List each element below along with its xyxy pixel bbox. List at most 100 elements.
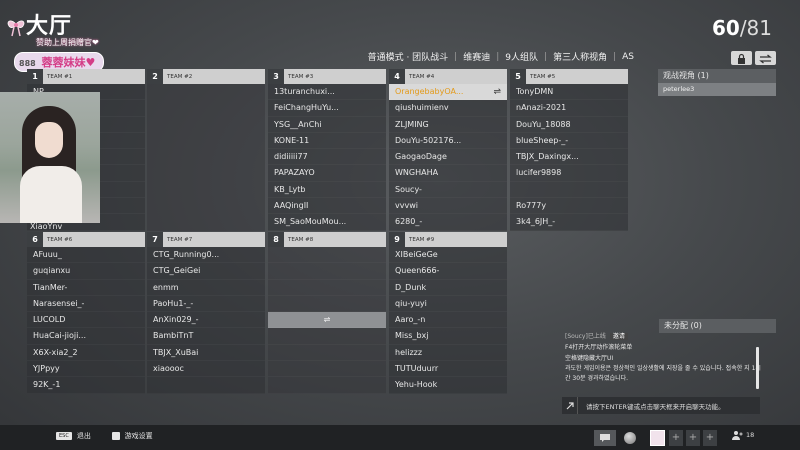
player-slot[interactable]: vvvwi (389, 198, 507, 214)
invite-tag[interactable]: 邀请 (609, 333, 628, 340)
friends-button[interactable]: 18 (732, 430, 754, 440)
player-slot[interactable]: AnXin029_- (147, 312, 265, 328)
join-team-button[interactable]: ⇌ (268, 312, 386, 329)
team-header[interactable]: 1 TEAM #1 (27, 69, 145, 84)
player-slot[interactable]: enmm (147, 280, 265, 296)
player-slot[interactable]: TianMer- (27, 280, 145, 296)
team-header[interactable]: 3 TEAM #3 (268, 69, 386, 84)
player-slot[interactable]: AAQingII (268, 198, 386, 214)
player-slot[interactable]: X6X-xia2_2 (27, 345, 145, 361)
team-card: 2 TEAM #2 (147, 69, 265, 231)
chat-scrollbar[interactable] (756, 347, 759, 389)
player-slot[interactable]: KONE-11 (268, 133, 386, 149)
team-header[interactable]: 5 TEAM #5 (510, 69, 628, 84)
spectator-member[interactable]: peterlee3 (658, 83, 776, 96)
player-slot[interactable]: TBJX_Daxingx... (510, 149, 628, 165)
player-slot[interactable]: qiushuimienv (389, 100, 507, 116)
player-slot[interactable]: KB_Lytb (268, 182, 386, 198)
player-slot-empty[interactable] (268, 361, 386, 377)
player-slot-empty[interactable] (268, 296, 386, 312)
lock-button[interactable] (731, 51, 752, 65)
team-slots: CTG_Running0... CTG_GeiGei enmm PaoHu1-_… (147, 247, 265, 394)
player-slot[interactable]: DouYu_18088 (510, 117, 628, 133)
player-slot[interactable]: CTG_Running0... (147, 247, 265, 263)
globe-icon[interactable] (624, 432, 636, 444)
player-slot-empty[interactable] (268, 345, 386, 361)
player-slot[interactable]: PAPAZAYO (268, 165, 386, 181)
add-squad-slot-icon[interactable]: + (686, 430, 700, 446)
player-slot[interactable]: guqianxu (27, 263, 145, 279)
player-slot[interactable]: YJPpyy (27, 361, 145, 377)
game-settings-label: 游戏设置 (124, 432, 153, 440)
game-settings-button[interactable]: 游戏设置 (112, 431, 153, 441)
swap-icon[interactable]: ⇌ (493, 84, 501, 99)
player-slot[interactable]: WNGHAHA (389, 165, 507, 181)
player-slot[interactable]: YSG__AnChi (268, 117, 386, 133)
team-card: 4 TEAM #4 OrangebabyOA... ⇌ qiushuimienv… (389, 69, 507, 231)
player-slot[interactable]: BambiTnT (147, 328, 265, 344)
player-slot[interactable] (510, 182, 628, 198)
team-header[interactable]: 8 TEAM #8 (268, 232, 386, 247)
player-slot[interactable]: Miss_bxj (389, 328, 507, 344)
player-slot-empty[interactable] (268, 377, 386, 393)
player-slot-empty[interactable] (268, 280, 386, 296)
player-slot[interactable]: DouYu-502176... (389, 133, 507, 149)
player-slot[interactable]: FeiChangHuYu... (268, 100, 386, 116)
player-slot[interactable]: TonyDMN (510, 84, 628, 100)
player-slot[interactable]: Queen666- (389, 263, 507, 279)
player-slot-self[interactable]: OrangebabyOA... ⇌ (389, 84, 507, 101)
player-slot[interactable]: nAnazi-2021 (510, 100, 628, 116)
chat-toggle-button[interactable] (594, 430, 616, 446)
player-slot[interactable]: qiu-yuyi (389, 296, 507, 312)
player-slot[interactable]: Yehu-Hook (389, 377, 507, 393)
player-slot[interactable]: lucifer9898 (510, 165, 628, 181)
player-slot-empty[interactable] (268, 328, 386, 344)
chat-input[interactable]: 请按下ENTER键或点击聊天框来开启聊天功能。 (562, 397, 760, 414)
player-slot[interactable]: XIBeiGeGe (389, 247, 507, 263)
player-slot-empty[interactable] (147, 377, 265, 393)
player-slot[interactable]: didiiiii77 (268, 149, 386, 165)
spectator-header[interactable]: 观战视角 (1) (658, 69, 776, 83)
chat-message: 空格键隐藏大厅UI (565, 355, 614, 362)
player-slot[interactable]: CTG_GeiGei (147, 263, 265, 279)
team-header[interactable]: 6 TEAM #6 (27, 232, 145, 247)
separator: | (613, 51, 617, 62)
team-header[interactable]: 2 TEAM #2 (147, 69, 265, 84)
player-slot[interactable]: ZLJMING (389, 117, 507, 133)
player-slot[interactable]: TBJX_XuBai (147, 345, 265, 361)
player-slot[interactable]: Soucy- (389, 182, 507, 198)
exit-button[interactable]: ESC 退出 (56, 431, 91, 441)
player-slot[interactable]: Aaro_-n (389, 312, 507, 328)
player-slot[interactable]: 3k4_6JH_- (510, 214, 628, 230)
player-slot[interactable]: LUCOLD (27, 312, 145, 328)
add-squad-slot-icon[interactable]: + (703, 430, 717, 446)
player-slot[interactable]: helizzz (389, 345, 507, 361)
team-label: TEAM #2 (167, 73, 193, 80)
team-header[interactable]: 7 TEAM #7 (147, 232, 265, 247)
team-slots-empty[interactable] (147, 84, 265, 231)
team-header[interactable]: 9 TEAM #9 (389, 232, 507, 247)
player-slot[interactable]: xiaoooc (147, 361, 265, 377)
player-avatar[interactable] (650, 430, 665, 446)
player-slot[interactable]: D_Dunk (389, 280, 507, 296)
player-slot[interactable]: HuaCai-jioji... (27, 328, 145, 344)
player-slot[interactable]: blueSheep-_- (510, 133, 628, 149)
player-slot[interactable]: Ro777y (510, 198, 628, 214)
player-slot[interactable]: 6280_- (389, 214, 507, 230)
player-slot-empty[interactable] (268, 247, 386, 263)
player-slot[interactable]: 13turanchuxi... (268, 84, 386, 100)
player-slot[interactable]: AFuuu_ (27, 247, 145, 263)
player-slot[interactable]: GaogaoDage (389, 149, 507, 165)
add-squad-slot-icon[interactable]: + (669, 430, 683, 446)
player-slot[interactable]: PaoHu1-_- (147, 296, 265, 312)
mode-item: 第三人称视角 (553, 53, 608, 63)
player-slot-partial[interactable]: XiaoYnv (30, 222, 62, 231)
team-header[interactable]: 4 TEAM #4 (389, 69, 507, 84)
player-slot[interactable]: 92K_-1 (27, 377, 145, 393)
player-slot[interactable]: TUTUduurr (389, 361, 507, 377)
player-slot[interactable]: Narasensei_- (27, 296, 145, 312)
swap-teams-button[interactable] (755, 51, 776, 65)
team-card: 9 TEAM #9 XIBeiGeGe Queen666- D_Dunk qiu… (389, 232, 507, 394)
player-slot-empty[interactable] (268, 263, 386, 279)
player-slot[interactable]: SM_SaoMouMou... (268, 214, 386, 230)
